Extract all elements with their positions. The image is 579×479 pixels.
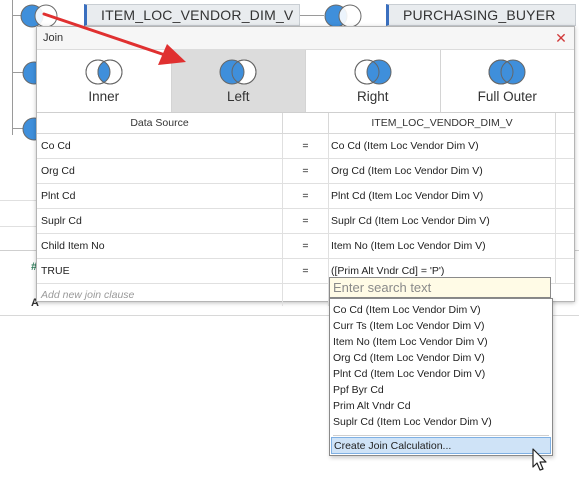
clause-right-field[interactable]: Plnt Cd (Item Loc Vendor Dim V) [331,184,555,208]
canvas-divider [0,226,36,227]
dropdown-field-item[interactable]: Curr Ts (Item Loc Vendor Dim V) [330,318,552,334]
column-separator [282,209,283,233]
column-header-data-source: Data Source [37,113,283,133]
clause-operator[interactable]: = [283,259,328,283]
dropdown-field-item[interactable]: Item No (Item Loc Vendor Dim V) [330,334,552,350]
dropdown-field-item[interactable]: Co Cd (Item Loc Vendor Dim V) [330,302,552,318]
clause-operator[interactable]: = [283,184,328,208]
column-separator [328,159,329,183]
clause-operator[interactable]: = [283,159,328,183]
dialog-title: Join [43,32,64,44]
column-separator [555,259,556,283]
clause-left-field[interactable]: TRUE [41,259,281,283]
clause-right-field[interactable]: Item No (Item Loc Vendor Dim V) [331,234,555,258]
join-clause-row[interactable]: Org Cd = Org Cd (Item Loc Vendor Dim V) [37,159,574,184]
join-clause-row[interactable]: Child Item No = Item No (Item Loc Vendor D… [37,234,574,259]
column-separator [555,159,556,183]
join-type-label: Full Outer [477,89,537,104]
column-separator [328,184,329,208]
clause-right-field[interactable]: Suplr Cd (Item Loc Vendor Dim V) [331,209,555,233]
canvas-divider [0,200,36,201]
clause-left-field[interactable]: Co Cd [41,134,281,158]
column-separator [282,134,283,158]
column-separator [555,234,556,258]
column-separator [282,259,283,283]
join-dialog: Join ✕ Inner Left Right Full Outer Data … [36,26,575,306]
join-type-label: Left [226,89,250,104]
table-node-purchasing-buyer[interactable]: PURCHASING_BUYER [386,4,576,26]
column-separator [555,209,556,233]
clause-left-field[interactable]: Child Item No [41,234,281,258]
join-type-right[interactable]: Right [306,50,441,112]
clause-operator[interactable]: = [283,234,328,258]
create-join-calculation-item[interactable]: Create Join Calculation... [331,437,551,454]
dropdown-field-item[interactable]: Plnt Cd (Item Loc Vendor Dim V) [330,366,552,382]
column-separator [555,184,556,208]
flow-connector [12,0,13,135]
left-join-icon [219,59,257,85]
clause-left-field[interactable]: Org Cd [41,159,281,183]
join-clause-row[interactable]: Plnt Cd = Plnt Cd (Item Loc Vendor Dim V) [37,184,574,209]
column-separator [282,284,283,306]
column-header-operator [283,113,329,133]
field-dropdown-list[interactable]: Co Cd (Item Loc Vendor Dim V) Curr Ts (It… [329,298,553,456]
clause-left-field[interactable]: Plnt Cd [41,184,281,208]
column-separator [328,209,329,233]
column-separator [282,159,283,183]
right-join-icon [354,59,392,85]
grid-header: Data Source ITEM_LOC_VENDOR_DIM_V [37,113,574,134]
join-type-full-outer[interactable]: Full Outer [440,50,574,112]
dropdown-field-item[interactable]: Suplr Cd (Item Loc Vendor Dim V) [330,414,552,430]
mouse-pointer-icon [532,448,547,471]
add-join-clause-placeholder[interactable]: Add new join clause [41,284,134,306]
flow-connector [300,15,324,16]
join-type-selector: Inner Left Right Full Outer [37,50,574,113]
column-separator [555,134,556,158]
join-type-label: Right [356,89,389,104]
clause-operator[interactable]: = [283,134,328,158]
join-type-inner[interactable]: Inner [37,50,172,112]
join-type-left[interactable]: Left [171,50,306,112]
dropdown-separator [333,435,549,436]
clause-right-field[interactable]: Co Cd (Item Loc Vendor Dim V) [331,134,555,158]
dropdown-field-item[interactable]: Org Cd (Item Loc Vendor Dim V) [330,350,552,366]
join-clause-row[interactable]: Co Cd = Co Cd (Item Loc Vendor Dim V) [37,134,574,159]
field-search-input[interactable] [329,277,551,298]
join-type-label: Inner [88,89,120,104]
close-icon[interactable]: ✕ [554,27,568,49]
dropdown-field-item[interactable]: Prim Alt Vndr Cd [330,398,552,414]
clause-left-field[interactable]: Suplr Cd [41,209,281,233]
table-node-item-loc-vendor[interactable]: ITEM_LOC_VENDOR_DIM_V [84,4,300,26]
column-separator [328,134,329,158]
join-clause-row[interactable]: Suplr Cd = Suplr Cd (Item Loc Vendor Dim V… [37,209,574,234]
clause-operator[interactable]: = [283,209,328,233]
column-header-right-table: ITEM_LOC_VENDOR_DIM_V [329,113,556,133]
column-separator [282,184,283,208]
full-outer-join-icon [488,59,526,85]
inner-join-icon [85,59,123,85]
clause-right-field[interactable]: Org Cd (Item Loc Vendor Dim V) [331,159,555,183]
dialog-titlebar: Join ✕ [37,27,574,50]
column-separator [328,234,329,258]
dropdown-field-item[interactable]: Ppf Byr Cd [330,382,552,398]
column-separator [282,234,283,258]
